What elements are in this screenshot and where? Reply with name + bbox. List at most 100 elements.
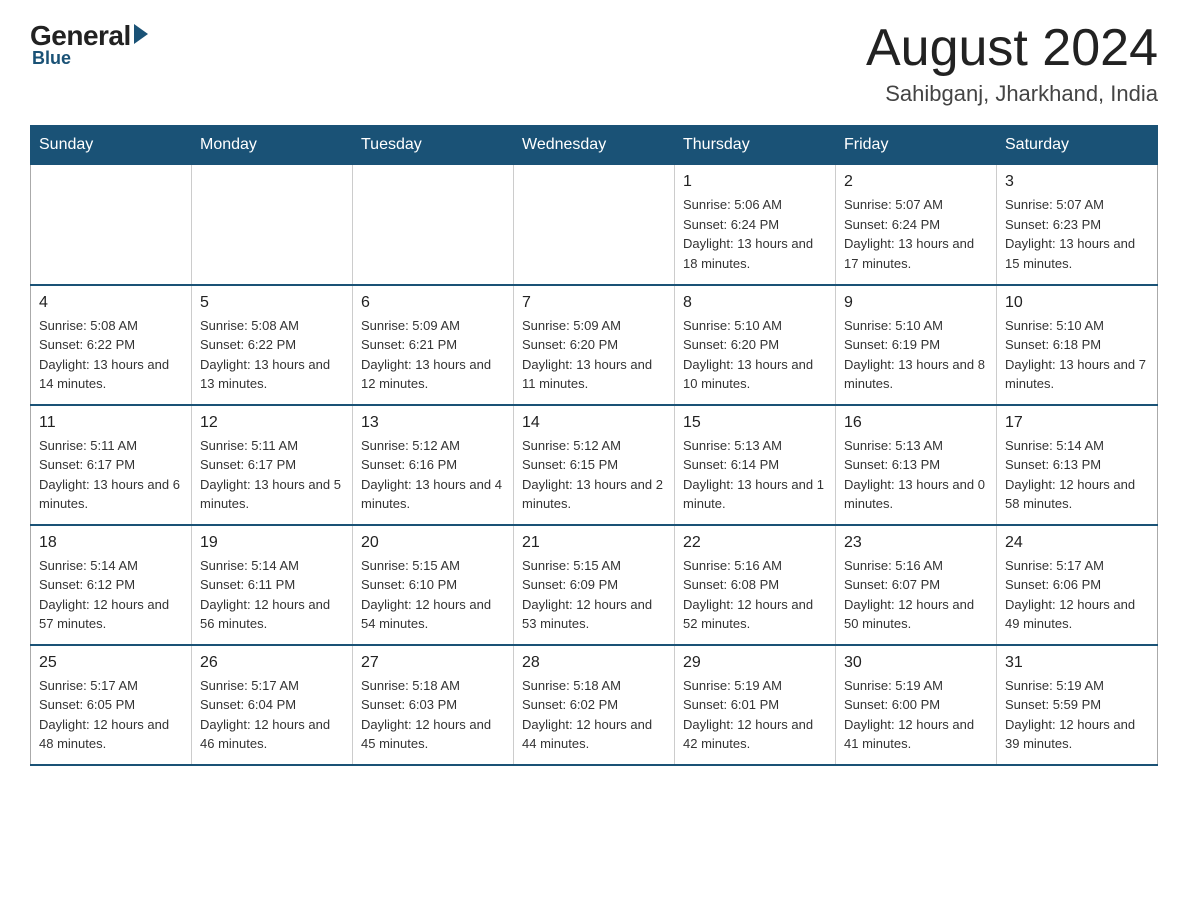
day-info: Sunrise: 5:12 AMSunset: 6:16 PMDaylight:… <box>361 436 505 514</box>
day-info: Sunrise: 5:17 AMSunset: 6:06 PMDaylight:… <box>1005 556 1149 634</box>
calendar-cell <box>514 165 675 285</box>
calendar-cell: 28 Sunrise: 5:18 AMSunset: 6:02 PMDayligh… <box>514 645 675 765</box>
logo-blue-text: Blue <box>32 48 71 69</box>
main-title: August 2024 <box>866 20 1158 77</box>
day-number: 31 <box>1005 654 1149 672</box>
title-block: August 2024 Sahibganj, Jharkhand, India <box>866 20 1158 107</box>
day-number: 6 <box>361 294 505 312</box>
calendar-cell <box>192 165 353 285</box>
calendar-cell: 29 Sunrise: 5:19 AMSunset: 6:01 PMDayligh… <box>675 645 836 765</box>
day-number: 30 <box>844 654 988 672</box>
day-info: Sunrise: 5:10 AMSunset: 6:18 PMDaylight:… <box>1005 316 1149 394</box>
week-row-1: 1 Sunrise: 5:06 AMSunset: 6:24 PMDaylight… <box>31 165 1158 285</box>
day-header-wednesday: Wednesday <box>514 126 675 165</box>
day-info: Sunrise: 5:18 AMSunset: 6:02 PMDaylight:… <box>522 676 666 754</box>
calendar-cell: 31 Sunrise: 5:19 AMSunset: 5:59 PMDayligh… <box>997 645 1158 765</box>
day-info: Sunrise: 5:15 AMSunset: 6:10 PMDaylight:… <box>361 556 505 634</box>
week-row-4: 18Sunrise: 5:14 AMSunset: 6:12 PMDayligh… <box>31 525 1158 645</box>
day-number: 25 <box>39 654 183 672</box>
calendar-cell: 6 Sunrise: 5:09 AMSunset: 6:21 PMDaylight… <box>353 285 514 405</box>
calendar-cell: 2 Sunrise: 5:07 AMSunset: 6:24 PMDaylight… <box>836 165 997 285</box>
day-number: 17 <box>1005 414 1149 432</box>
calendar-cell: 21Sunrise: 5:15 AMSunset: 6:09 PMDayligh… <box>514 525 675 645</box>
day-number: 12 <box>200 414 344 432</box>
day-number: 11 <box>39 414 183 432</box>
day-info: Sunrise: 5:07 AMSunset: 6:23 PMDaylight:… <box>1005 195 1149 273</box>
day-info: Sunrise: 5:11 AMSunset: 6:17 PMDaylight:… <box>200 436 344 514</box>
day-info: Sunrise: 5:08 AMSunset: 6:22 PMDaylight:… <box>39 316 183 394</box>
logo-triangle-icon <box>134 24 148 44</box>
calendar-table: SundayMondayTuesdayWednesdayThursdayFrid… <box>30 125 1158 766</box>
day-number: 15 <box>683 414 827 432</box>
day-header-friday: Friday <box>836 126 997 165</box>
day-header-sunday: Sunday <box>31 126 192 165</box>
day-info: Sunrise: 5:19 AMSunset: 6:00 PMDaylight:… <box>844 676 988 754</box>
week-row-5: 25 Sunrise: 5:17 AMSunset: 6:05 PMDayligh… <box>31 645 1158 765</box>
page-header: General Blue August 2024 Sahibganj, Jhar… <box>30 20 1158 107</box>
calendar-cell <box>353 165 514 285</box>
calendar-cell: 5Sunrise: 5:08 AMSunset: 6:22 PMDaylight… <box>192 285 353 405</box>
day-info: Sunrise: 5:17 AMSunset: 6:04 PMDaylight:… <box>200 676 344 754</box>
day-number: 20 <box>361 534 505 552</box>
calendar-cell: 20 Sunrise: 5:15 AMSunset: 6:10 PMDayligh… <box>353 525 514 645</box>
calendar-cell: 7 Sunrise: 5:09 AMSunset: 6:20 PMDaylight… <box>514 285 675 405</box>
calendar-cell: 17 Sunrise: 5:14 AMSunset: 6:13 PMDayligh… <box>997 405 1158 525</box>
day-info: Sunrise: 5:16 AMSunset: 6:08 PMDaylight:… <box>683 556 827 634</box>
week-row-2: 4 Sunrise: 5:08 AMSunset: 6:22 PMDaylight… <box>31 285 1158 405</box>
day-number: 7 <box>522 294 666 312</box>
day-info: Sunrise: 5:13 AMSunset: 6:14 PMDaylight:… <box>683 436 827 514</box>
day-info: Sunrise: 5:14 AMSunset: 6:13 PMDaylight:… <box>1005 436 1149 514</box>
calendar-cell: 14 Sunrise: 5:12 AMSunset: 6:15 PMDayligh… <box>514 405 675 525</box>
day-number: 9 <box>844 294 988 312</box>
day-number: 29 <box>683 654 827 672</box>
calendar-cell: 11Sunrise: 5:11 AMSunset: 6:17 PMDayligh… <box>31 405 192 525</box>
calendar-cell: 8Sunrise: 5:10 AMSunset: 6:20 PMDaylight… <box>675 285 836 405</box>
day-info: Sunrise: 5:08 AMSunset: 6:22 PMDaylight:… <box>200 316 344 394</box>
day-number: 24 <box>1005 534 1149 552</box>
calendar-cell: 3 Sunrise: 5:07 AMSunset: 6:23 PMDaylight… <box>997 165 1158 285</box>
logo: General Blue <box>30 20 148 69</box>
calendar-cell: 15 Sunrise: 5:13 AMSunset: 6:14 PMDayligh… <box>675 405 836 525</box>
day-number: 26 <box>200 654 344 672</box>
calendar-body: 1 Sunrise: 5:06 AMSunset: 6:24 PMDaylight… <box>31 165 1158 765</box>
day-number: 2 <box>844 173 988 191</box>
day-number: 16 <box>844 414 988 432</box>
calendar-cell: 30 Sunrise: 5:19 AMSunset: 6:00 PMDayligh… <box>836 645 997 765</box>
week-row-3: 11 Sunrise: 5:11 AMSunset: 6:17 PMDayligh… <box>31 405 1158 525</box>
day-info: Sunrise: 5:14 AMSunset: 6:11 PMDaylight:… <box>200 556 344 634</box>
day-number: 4 <box>39 294 183 312</box>
day-header-monday: Monday <box>192 126 353 165</box>
day-info: Sunrise: 5:10 AMSunset: 6:20 PMDaylight:… <box>683 316 827 394</box>
day-info: Sunrise: 5:12 AMSunset: 6:15 PMDaylight:… <box>522 436 666 514</box>
days-of-week-row: SundayMondayTuesdayWednesdayThursdayFrid… <box>31 126 1158 165</box>
day-info: Sunrise: 5:15 AMSunset: 6:09 PMDaylight:… <box>522 556 666 634</box>
day-info: Sunrise: 5:10 AMSunset: 6:19 PMDaylight:… <box>844 316 988 394</box>
calendar-cell: 23Sunrise: 5:16 AMSunset: 6:07 PMDayligh… <box>836 525 997 645</box>
day-number: 3 <box>1005 173 1149 191</box>
day-info: Sunrise: 5:17 AMSunset: 6:05 PMDaylight:… <box>39 676 183 754</box>
day-number: 27 <box>361 654 505 672</box>
calendar-cell: 26 Sunrise: 5:17 AMSunset: 6:04 PMDayligh… <box>192 645 353 765</box>
day-number: 1 <box>683 173 827 191</box>
calendar-cell: 19 Sunrise: 5:14 AMSunset: 6:11 PMDayligh… <box>192 525 353 645</box>
calendar-header: SundayMondayTuesdayWednesdayThursdayFrid… <box>31 126 1158 165</box>
day-number: 19 <box>200 534 344 552</box>
day-info: Sunrise: 5:07 AMSunset: 6:24 PMDaylight:… <box>844 195 988 273</box>
day-info: Sunrise: 5:19 AMSunset: 6:01 PMDaylight:… <box>683 676 827 754</box>
day-header-saturday: Saturday <box>997 126 1158 165</box>
day-number: 28 <box>522 654 666 672</box>
calendar-cell: 13 Sunrise: 5:12 AMSunset: 6:16 PMDayligh… <box>353 405 514 525</box>
day-info: Sunrise: 5:06 AMSunset: 6:24 PMDaylight:… <box>683 195 827 273</box>
day-header-thursday: Thursday <box>675 126 836 165</box>
day-number: 23 <box>844 534 988 552</box>
calendar-cell: 4 Sunrise: 5:08 AMSunset: 6:22 PMDaylight… <box>31 285 192 405</box>
calendar-cell <box>31 165 192 285</box>
day-info: Sunrise: 5:09 AMSunset: 6:20 PMDaylight:… <box>522 316 666 394</box>
day-header-tuesday: Tuesday <box>353 126 514 165</box>
day-info: Sunrise: 5:19 AMSunset: 5:59 PMDaylight:… <box>1005 676 1149 754</box>
day-number: 13 <box>361 414 505 432</box>
calendar-cell: 10Sunrise: 5:10 AMSunset: 6:18 PMDayligh… <box>997 285 1158 405</box>
day-info: Sunrise: 5:09 AMSunset: 6:21 PMDaylight:… <box>361 316 505 394</box>
day-number: 18 <box>39 534 183 552</box>
day-number: 14 <box>522 414 666 432</box>
